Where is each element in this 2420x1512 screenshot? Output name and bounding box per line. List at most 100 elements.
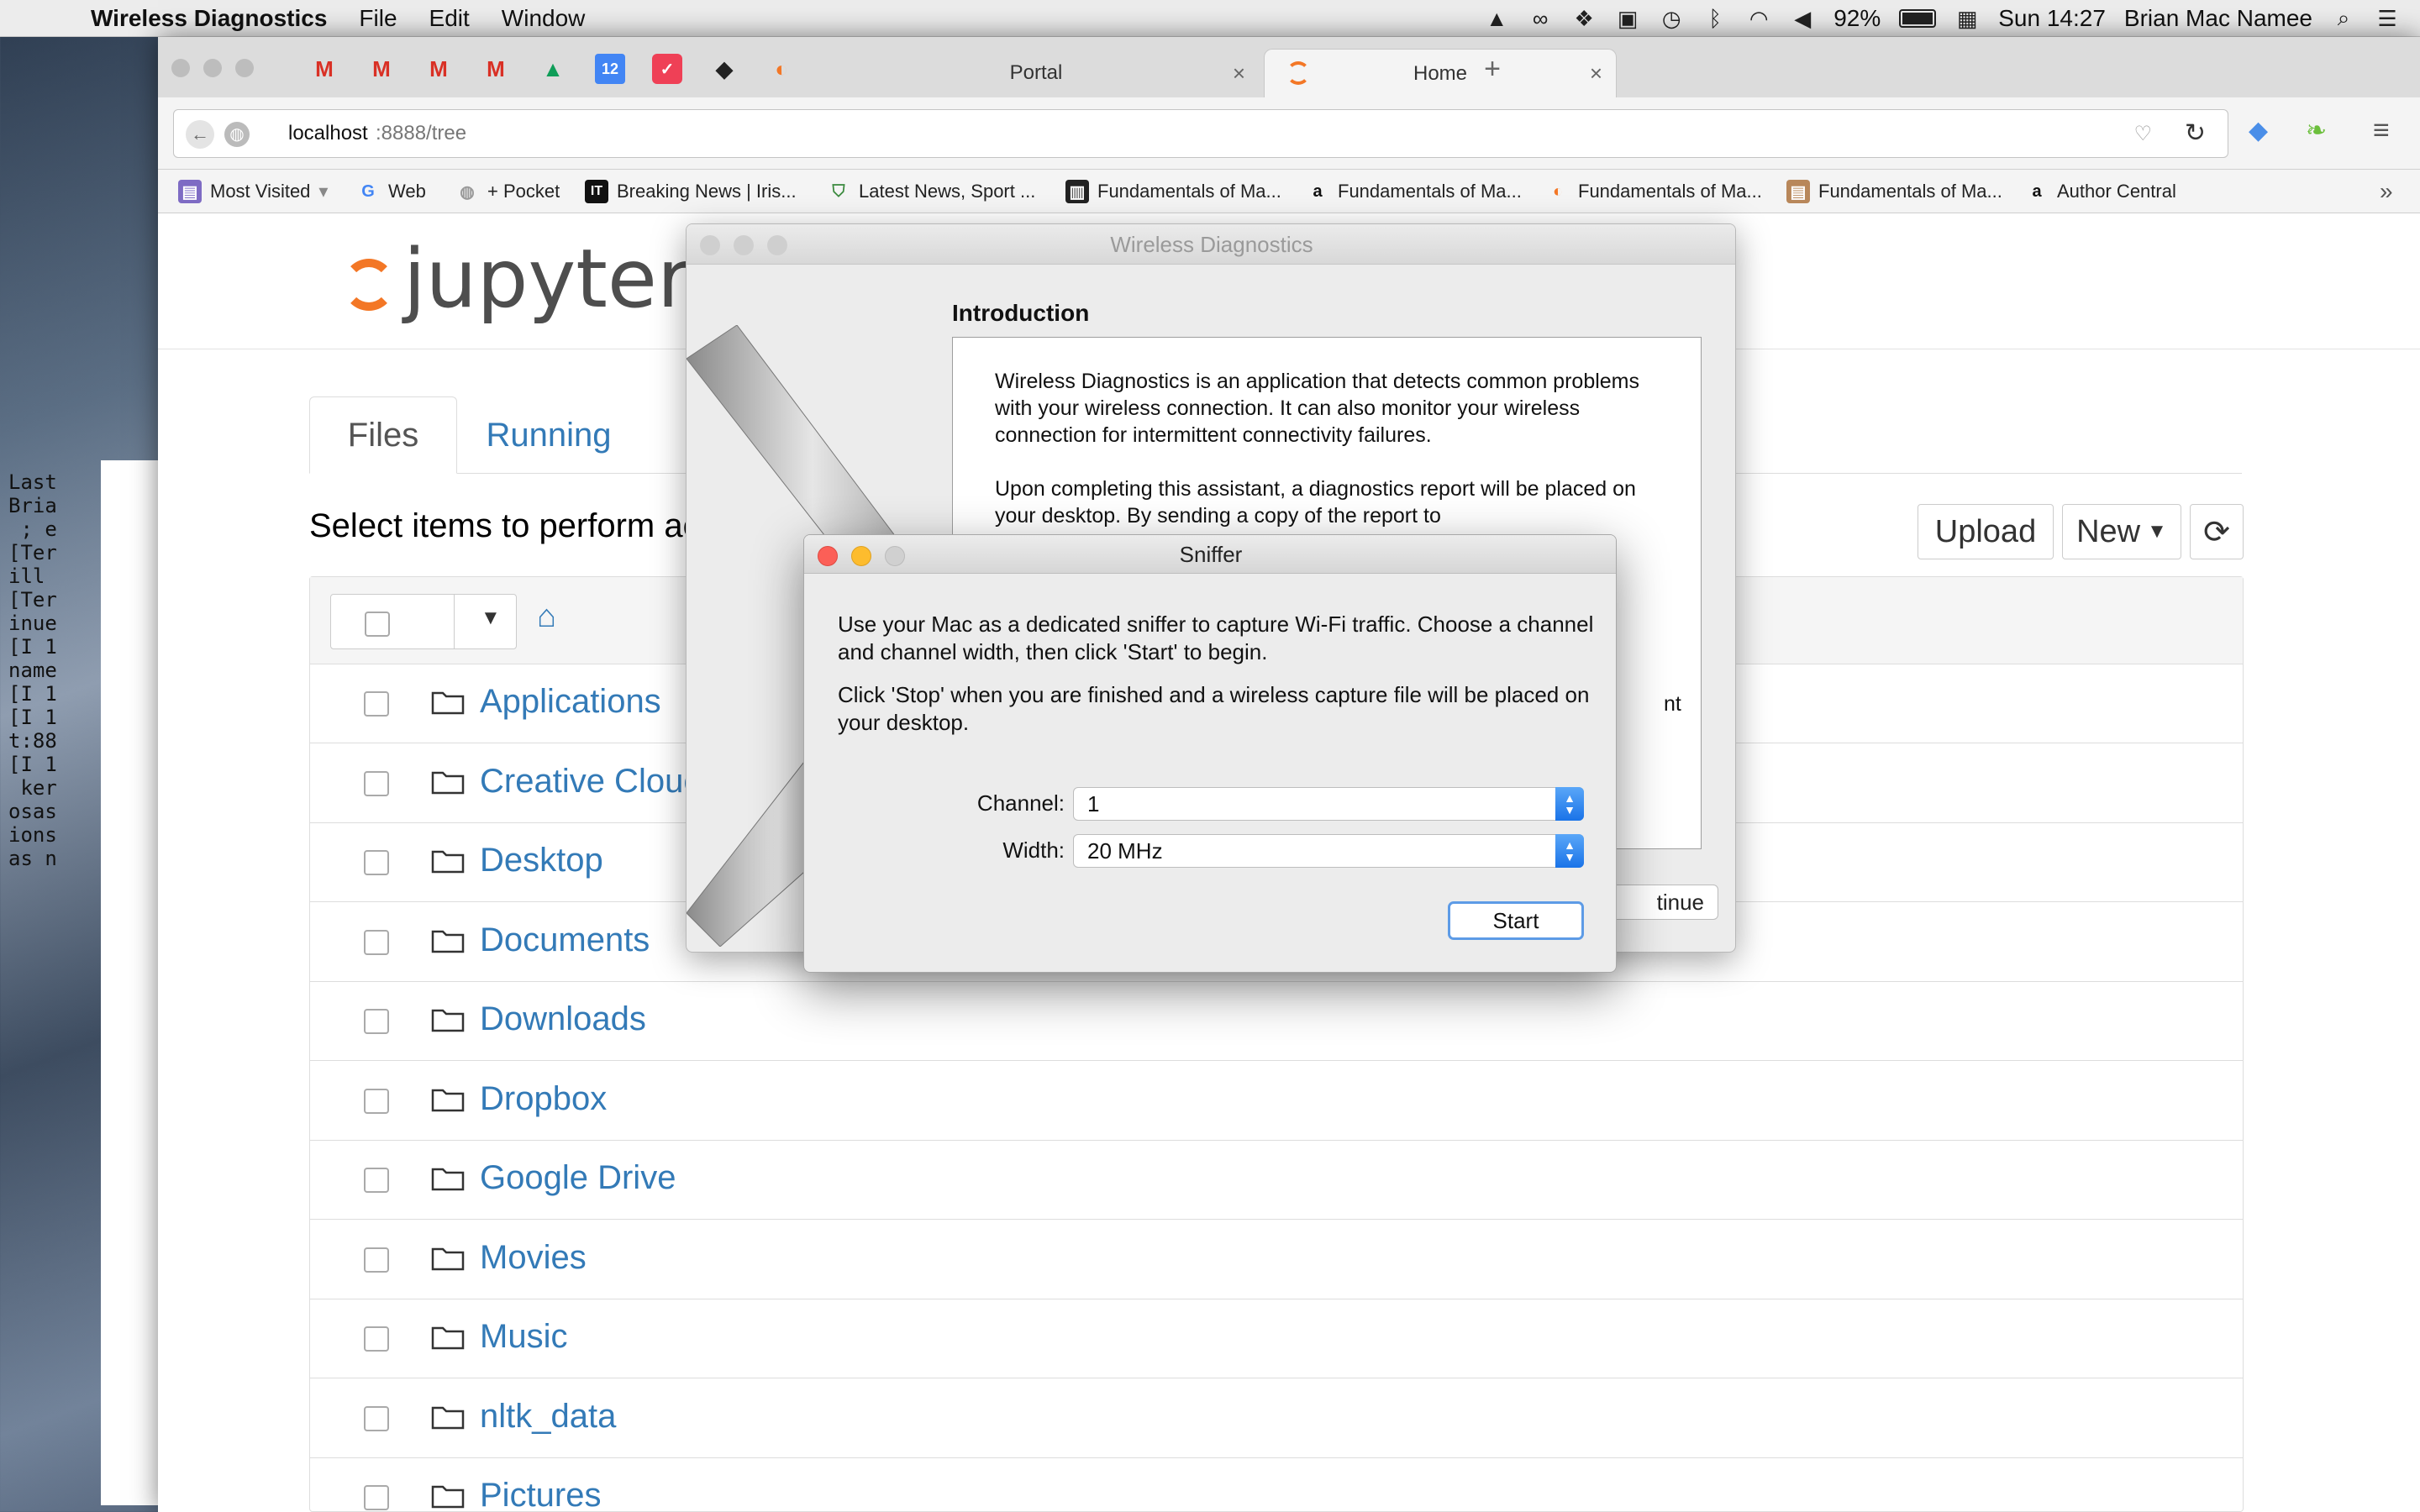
calendar-pinned-tab-icon[interactable]: 12 bbox=[595, 54, 625, 84]
file-row[interactable]: Pictures bbox=[310, 1458, 2243, 1512]
bookmark-fundamentals-4[interactable]: ▤ Fundamentals of Ma... bbox=[1786, 178, 2002, 205]
battery-percent[interactable]: 92% bbox=[1833, 5, 1881, 32]
tab-running[interactable]: Running bbox=[469, 396, 629, 474]
close-button[interactable] bbox=[700, 235, 720, 255]
tab-files[interactable]: Files bbox=[309, 396, 457, 474]
close-button[interactable] bbox=[818, 546, 838, 566]
file-row[interactable]: nltk_data bbox=[310, 1379, 2243, 1458]
menu-app-name[interactable]: Wireless Diagnostics bbox=[91, 5, 327, 32]
gmail-pinned-tab-icon[interactable]: M bbox=[309, 54, 339, 84]
menu-file[interactable]: File bbox=[359, 5, 397, 32]
file-row[interactable]: Dropbox bbox=[310, 1062, 2243, 1141]
bookmark-web[interactable]: G Web bbox=[356, 178, 426, 205]
home-icon[interactable]: ⌂ bbox=[537, 599, 556, 635]
gmail-pinned-tab-icon[interactable]: M bbox=[481, 54, 511, 84]
pocket-save-icon[interactable]: ♡ bbox=[2133, 122, 2152, 146]
row-checkbox[interactable] bbox=[364, 1326, 389, 1352]
jupyter-pinned-tab-icon[interactable]: ◐ bbox=[766, 54, 797, 84]
wifi-icon[interactable]: ◠ bbox=[1746, 6, 1771, 31]
google-drive-pinned-tab-icon[interactable]: ▲ bbox=[538, 54, 568, 84]
minimize-button[interactable] bbox=[734, 235, 754, 255]
row-checkbox[interactable] bbox=[364, 770, 389, 796]
battery-icon[interactable] bbox=[1899, 9, 1937, 28]
row-checkbox[interactable] bbox=[364, 1405, 389, 1431]
pocket-pinned-tab-icon[interactable]: ✓ bbox=[652, 54, 682, 84]
row-checkbox[interactable] bbox=[364, 691, 389, 717]
bookmark-most-visited[interactable]: ▤ Most Visited ▾ bbox=[178, 178, 328, 205]
app-status-icon[interactable]: ▣ bbox=[1615, 6, 1640, 31]
file-name-link[interactable]: Dropbox bbox=[480, 1080, 607, 1118]
tab-close-icon[interactable]: × bbox=[1590, 60, 1602, 87]
zoom-button[interactable] bbox=[885, 546, 905, 566]
zoom-button[interactable] bbox=[767, 235, 787, 255]
bookmark-pocket[interactable]: ◍ + Pocket bbox=[455, 178, 560, 205]
extension-icon[interactable]: ◆ bbox=[2249, 116, 2268, 145]
google-drive-icon[interactable]: ▲ bbox=[1484, 6, 1509, 31]
file-row[interactable]: Movies bbox=[310, 1221, 2243, 1299]
tab-home[interactable]: Home × bbox=[1264, 49, 1617, 97]
file-row[interactable]: Downloads bbox=[310, 982, 2243, 1061]
row-checkbox[interactable] bbox=[364, 929, 389, 955]
window-minimize-button[interactable] bbox=[203, 59, 222, 77]
file-name-link[interactable]: Downloads bbox=[480, 1000, 646, 1038]
upload-button[interactable]: Upload bbox=[1918, 504, 2054, 559]
bookmark-fundamentals-3[interactable]: ◐ Fundamentals of Ma... bbox=[1546, 178, 1762, 205]
channel-select[interactable]: 1 ▲ ▼ bbox=[1073, 787, 1584, 821]
bookmark-irish-times[interactable]: IT Breaking News | Iris... bbox=[585, 178, 797, 205]
bookmark-author-central[interactable]: a Author Central bbox=[2025, 178, 2175, 205]
caret-down-icon[interactable]: ▼ bbox=[481, 606, 501, 630]
menu-edit[interactable]: Edit bbox=[429, 5, 470, 32]
window-zoom-button[interactable] bbox=[235, 59, 254, 77]
file-name-link[interactable]: Google Drive bbox=[480, 1159, 676, 1197]
gmail-pinned-tab-icon[interactable]: M bbox=[424, 54, 454, 84]
file-name-link[interactable]: Desktop bbox=[480, 842, 603, 879]
hamburger-menu-icon[interactable]: ≡ bbox=[2373, 114, 2390, 147]
dropbox-icon[interactable]: ❖ bbox=[1571, 6, 1597, 31]
file-name-link[interactable]: Documents bbox=[480, 921, 650, 959]
jupyter-logo[interactable]: jupyter bbox=[343, 232, 690, 326]
file-name-link[interactable]: Creative Clouc bbox=[480, 763, 700, 801]
gmail-pinned-tab-icon[interactable]: M bbox=[366, 54, 397, 84]
bluetooth-icon[interactable]: ᛒ bbox=[1702, 6, 1728, 31]
new-dropdown-button[interactable]: New ▼ bbox=[2062, 504, 2181, 559]
row-checkbox[interactable] bbox=[364, 1247, 389, 1273]
tab-portal[interactable]: Portal × bbox=[813, 49, 1259, 97]
row-checkbox[interactable] bbox=[364, 1009, 389, 1034]
new-tab-button[interactable]: + bbox=[1477, 53, 1507, 85]
reload-icon[interactable]: ↻ bbox=[2185, 118, 2206, 148]
file-name-link[interactable]: nltk_data bbox=[480, 1398, 616, 1436]
menu-window[interactable]: Window bbox=[502, 5, 586, 32]
evernote-leaf-icon[interactable]: ❧ bbox=[2306, 116, 2327, 145]
clock[interactable]: Sun 14:27 bbox=[1998, 5, 2106, 32]
row-checkbox[interactable] bbox=[364, 850, 389, 875]
bookmark-fundamentals-2[interactable]: a Fundamentals of Ma... bbox=[1306, 178, 1521, 205]
user-name[interactable]: Brian Mac Namee bbox=[2124, 5, 2312, 32]
row-checkbox[interactable] bbox=[364, 1088, 389, 1114]
width-select[interactable]: 20 MHz ▲ ▼ bbox=[1073, 834, 1584, 868]
bookmark-latest-news[interactable]: ⛉ Latest News, Sport ... bbox=[827, 178, 1036, 205]
time-machine-icon[interactable]: ◷ bbox=[1659, 6, 1684, 31]
window-close-button[interactable] bbox=[171, 59, 190, 77]
url-field[interactable]: ← ◍ localhost :8888/tree ♡ ↻ bbox=[173, 109, 2228, 158]
select-all-checkbox[interactable] bbox=[365, 612, 390, 637]
shield-pinned-tab-icon[interactable]: ◆ bbox=[709, 54, 739, 84]
minimize-button[interactable] bbox=[851, 546, 871, 566]
refresh-button[interactable]: ⟳ bbox=[2190, 504, 2244, 559]
bookmark-fundamentals-1[interactable]: ▥ Fundamentals of Ma... bbox=[1065, 178, 1281, 205]
file-name-link[interactable]: Applications bbox=[480, 683, 661, 721]
continue-button[interactable]: tinue bbox=[1602, 885, 1718, 920]
volume-icon[interactable]: ◀ bbox=[1790, 6, 1815, 31]
file-row[interactable]: Google Drive bbox=[310, 1141, 2243, 1220]
tab-close-icon[interactable]: × bbox=[1233, 60, 1245, 87]
file-name-link[interactable]: Music bbox=[480, 1318, 567, 1356]
row-checkbox[interactable] bbox=[364, 1485, 389, 1510]
row-checkbox[interactable] bbox=[364, 1168, 389, 1193]
bookmarks-overflow-icon[interactable]: » bbox=[2380, 178, 2393, 205]
file-row[interactable]: Music bbox=[310, 1299, 2243, 1378]
calendar-icon[interactable]: ▦ bbox=[1954, 6, 1980, 31]
back-arrow-icon[interactable]: ← bbox=[186, 120, 214, 149]
notification-center-icon[interactable]: ☰ bbox=[2375, 6, 2400, 31]
file-name-link[interactable]: Pictures bbox=[480, 1477, 602, 1512]
file-name-link[interactable]: Movies bbox=[480, 1239, 587, 1277]
spotlight-search-icon[interactable]: ⌕ bbox=[2331, 5, 2356, 31]
